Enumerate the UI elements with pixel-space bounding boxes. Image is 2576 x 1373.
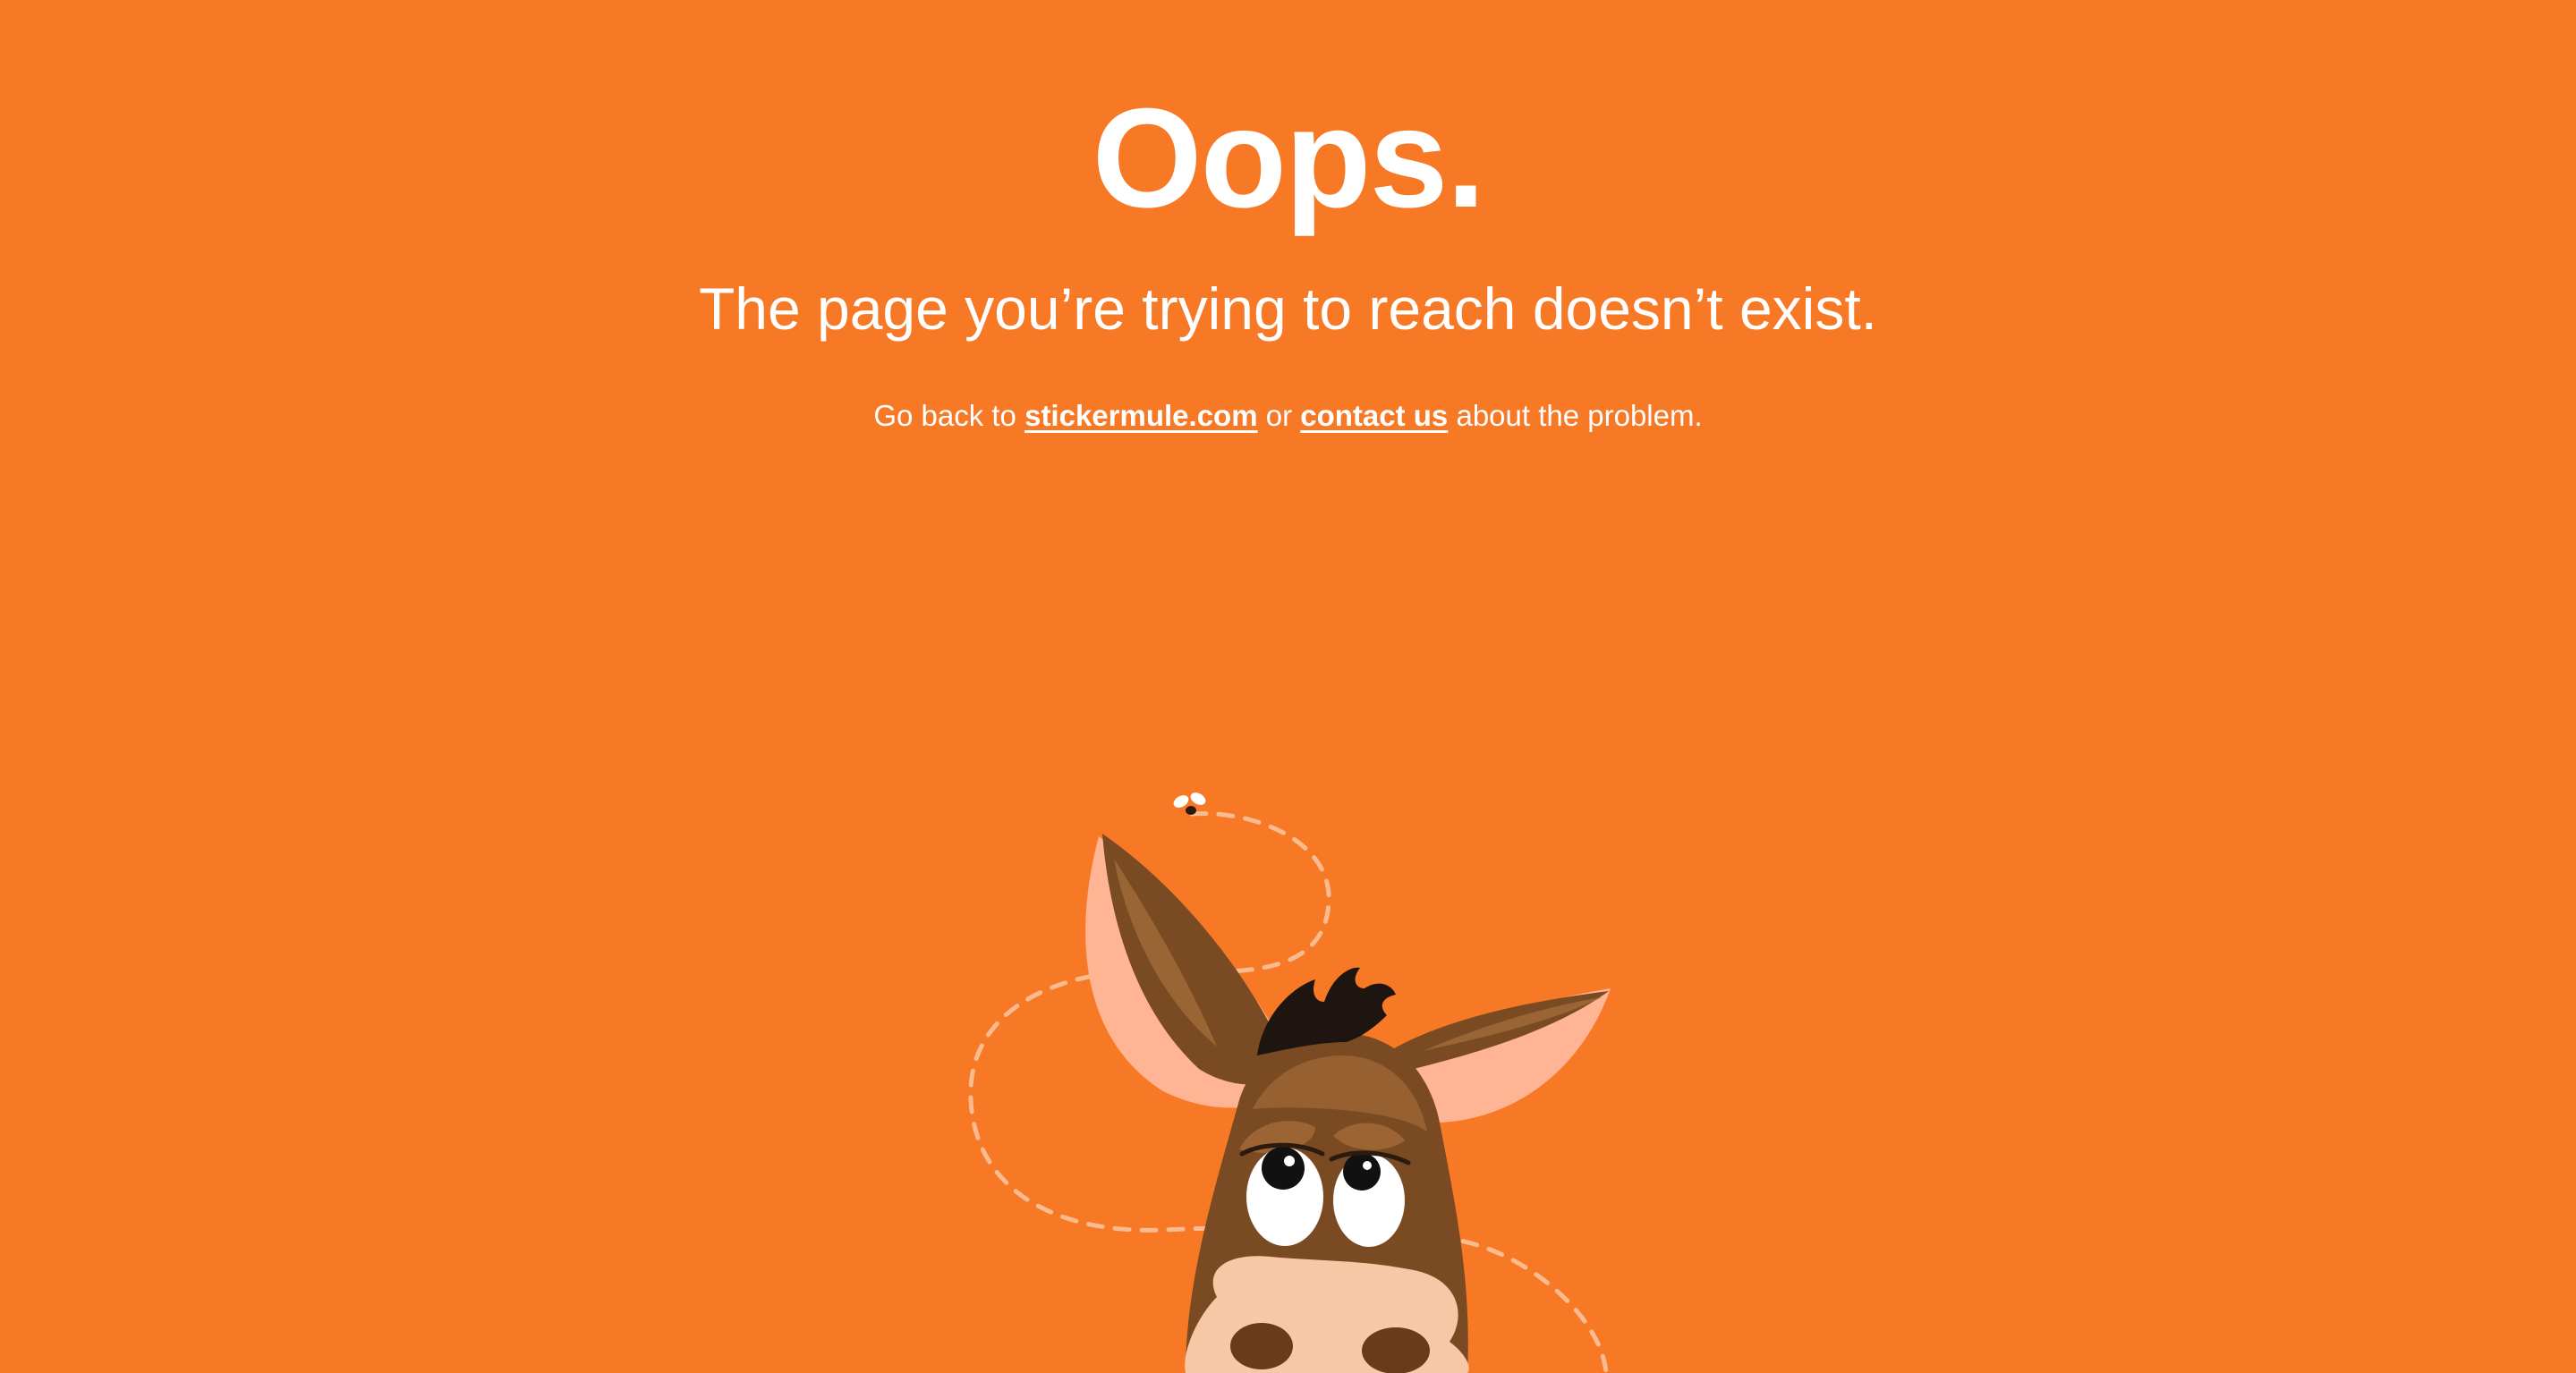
fly-icon: [1173, 792, 1206, 815]
mule-mascot-icon: [968, 792, 1611, 1373]
error-page: Oops. The page you’re trying to reach do…: [0, 0, 2576, 1373]
